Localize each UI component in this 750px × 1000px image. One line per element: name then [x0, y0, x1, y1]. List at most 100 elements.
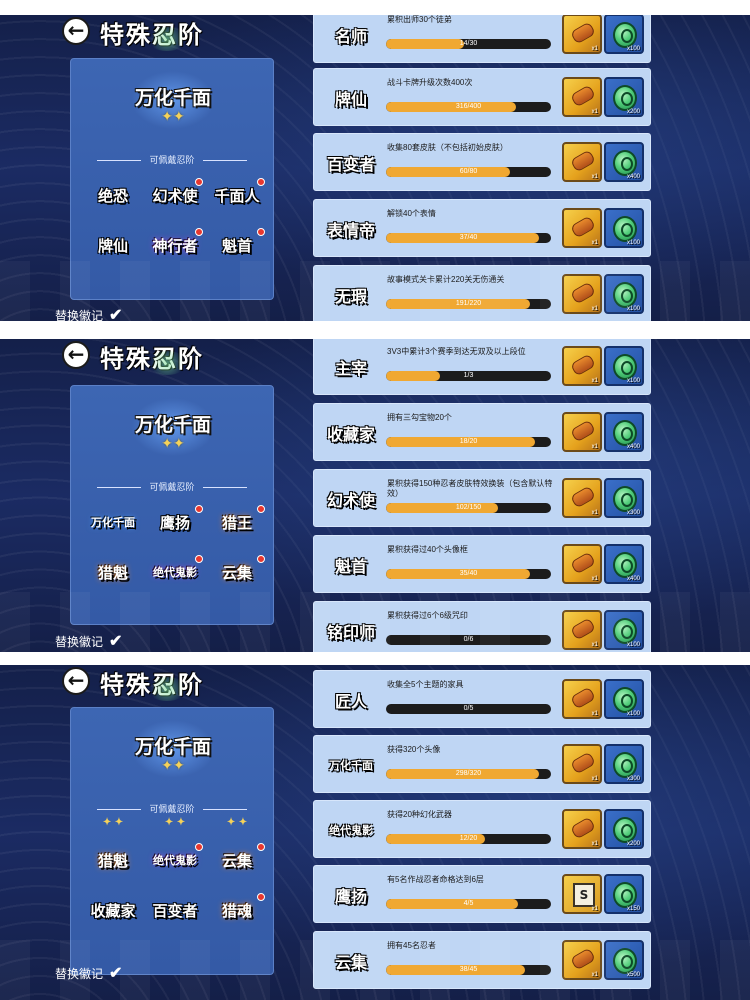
- progress-text: 191/220: [455, 300, 482, 307]
- title-badge[interactable]: 绝代鬼影: [147, 842, 203, 878]
- screenshot-panel-1: ← 特殊忍阶 万化千面 ✦✦ 可佩戴忍阶 绝恐幻术使千面人牌仙神行者魁首 替换徽…: [0, 15, 750, 321]
- title-badge[interactable]: 万化千面: [85, 504, 141, 540]
- reward-item-2[interactable]: x200: [604, 77, 644, 117]
- title-badge-label: 牌仙: [97, 236, 128, 255]
- scroll-icon: [569, 353, 597, 377]
- task-row: 收藏家 拥有三勾宝物20个 18/20 x1 x400: [313, 403, 651, 461]
- reward-item-1[interactable]: x1: [562, 610, 602, 650]
- title-badge-label: 猎魁: [97, 851, 128, 870]
- title-decoration: [147, 677, 187, 701]
- title-badge-label: 猎魁: [97, 563, 128, 582]
- title-badge[interactable]: 绝代鬼影: [147, 554, 203, 590]
- reward-item-1[interactable]: x1: [562, 142, 602, 182]
- checkmark-icon: ✔: [109, 964, 123, 982]
- reward-item-2[interactable]: x500: [604, 940, 644, 980]
- title-badge[interactable]: 幻术使: [147, 177, 203, 213]
- title-badge[interactable]: 猎王: [209, 504, 265, 540]
- reward-item-2[interactable]: x100: [604, 610, 644, 650]
- title-badge-label: 猎魂: [221, 901, 252, 920]
- reward-item-2[interactable]: x100: [604, 346, 644, 386]
- progress-bar: 12/20: [386, 834, 551, 844]
- title-badge[interactable]: 云集: [209, 554, 265, 590]
- replace-badge-toggle[interactable]: 替换徽记 ✔: [55, 965, 125, 982]
- title-badge[interactable]: ✦ ✦: [209, 816, 265, 828]
- title-badge[interactable]: 魁首: [209, 227, 265, 263]
- progress-bar: 38/45: [386, 965, 551, 975]
- title-badge[interactable]: 猎魂: [209, 892, 265, 928]
- title-badge[interactable]: 绝恐: [85, 177, 141, 213]
- title-badge[interactable]: 鹰扬: [147, 504, 203, 540]
- reward-item-1[interactable]: x1: [562, 544, 602, 584]
- task-row: 绝代鬼影 获得20种幻化武器 12/20 x1 x200: [313, 800, 651, 858]
- reward-item-1[interactable]: x1: [562, 77, 602, 117]
- reward-item-1[interactable]: x1: [562, 15, 602, 54]
- title-badge[interactable]: 猎魁: [85, 842, 141, 878]
- reward-item-1[interactable]: Sx1: [562, 874, 602, 914]
- current-title-text: 万化千面: [134, 736, 211, 758]
- progress-text: 37/40: [459, 234, 478, 241]
- reward-item-2[interactable]: x100: [604, 679, 644, 719]
- reward-quantity: x200: [626, 841, 640, 847]
- reward-item-1[interactable]: x1: [562, 346, 602, 386]
- reward-quantity: x100: [626, 306, 640, 312]
- reward-item-2[interactable]: x400: [604, 412, 644, 452]
- reward-item-1[interactable]: x1: [562, 208, 602, 248]
- back-arrow-icon: ←: [67, 18, 85, 42]
- title-badge[interactable]: 百变者: [147, 892, 203, 928]
- scroll-icon: [569, 686, 597, 710]
- reward-item-2[interactable]: x400: [604, 142, 644, 182]
- task-title-badge: 鹰扬: [334, 887, 367, 906]
- reward-item-2[interactable]: x100: [604, 274, 644, 314]
- task-title-badge: 绝代鬼影: [329, 824, 373, 837]
- title-badge-label: 百变者: [152, 901, 198, 920]
- back-button[interactable]: ←: [62, 667, 90, 695]
- title-badge[interactable]: 云集: [209, 842, 265, 878]
- reward-item-1[interactable]: x1: [562, 412, 602, 452]
- title-badge[interactable]: 神行者: [147, 227, 203, 263]
- reward-item-1[interactable]: x1: [562, 679, 602, 719]
- task-row: 名师 累积出师30个徒弟 14/30 x1 x100: [313, 15, 651, 63]
- task-description: 获得20种幻化武器: [387, 810, 452, 819]
- reward-item-1[interactable]: x1: [562, 478, 602, 518]
- task-description: 收集80套皮肤（不包括初始皮肤）: [387, 143, 508, 152]
- title-badge[interactable]: 猎魁: [85, 554, 141, 590]
- reward-item-2[interactable]: x150: [604, 874, 644, 914]
- replace-badge-toggle[interactable]: 替换徽记 ✔: [55, 633, 125, 650]
- reward-quantity: x1: [591, 576, 598, 582]
- reward-item-1[interactable]: x1: [562, 809, 602, 849]
- task-description: 拥有三勾宝物20个: [387, 413, 452, 422]
- reward-item-2[interactable]: x100: [604, 15, 644, 54]
- current-title-emblem: 万化千面 ✦✦: [123, 720, 223, 790]
- green-token-icon: [613, 486, 637, 512]
- badge-grid: 绝恐 幻术使 千面人牌仙 神行者 魁首: [85, 177, 265, 263]
- star-icon: ✦✦: [161, 436, 185, 452]
- reward-item-1[interactable]: x1: [562, 940, 602, 980]
- title-badge[interactable]: 千面人: [209, 177, 265, 213]
- reward-quantity: x400: [626, 444, 640, 450]
- title-badge[interactable]: 收藏家: [85, 892, 141, 928]
- task-description: 拥有45名忍者: [387, 941, 436, 950]
- reward-item-1[interactable]: x1: [562, 744, 602, 784]
- replace-badge-toggle[interactable]: 替换徽记 ✔: [55, 307, 125, 321]
- title-badge[interactable]: 牌仙: [85, 227, 141, 263]
- reward-item-2[interactable]: x100: [604, 208, 644, 248]
- scroll-icon: [569, 751, 597, 775]
- reward-item-2[interactable]: x300: [604, 478, 644, 518]
- current-title-emblem: 万化千面 ✦✦: [123, 71, 223, 141]
- screenshot-panel-2: ← 特殊忍阶 万化千面 ✦✦ 可佩戴忍阶 万化千面鹰扬猎王猎魁绝代鬼影云集 替换…: [0, 339, 750, 652]
- reward-item-2[interactable]: x400: [604, 544, 644, 584]
- title-badge-label: 鹰扬: [159, 513, 190, 532]
- title-badge[interactable]: ✦ ✦: [85, 816, 141, 828]
- title-badge[interactable]: ✦ ✦: [147, 816, 203, 828]
- star-icon: ✦✦: [161, 109, 185, 125]
- progress-text: 1/3: [463, 372, 474, 379]
- reward-quantity: x1: [591, 972, 598, 978]
- replace-badge-label: 替换徽记: [55, 635, 104, 649]
- red-dot-notification-icon: [195, 555, 203, 563]
- reward-item-1[interactable]: x1: [562, 274, 602, 314]
- reward-item-2[interactable]: x300: [604, 744, 644, 784]
- back-button[interactable]: ←: [62, 341, 90, 369]
- back-button[interactable]: ←: [62, 17, 90, 45]
- reward-item-2[interactable]: x200: [604, 809, 644, 849]
- task-title-badge: 匠人: [334, 692, 367, 711]
